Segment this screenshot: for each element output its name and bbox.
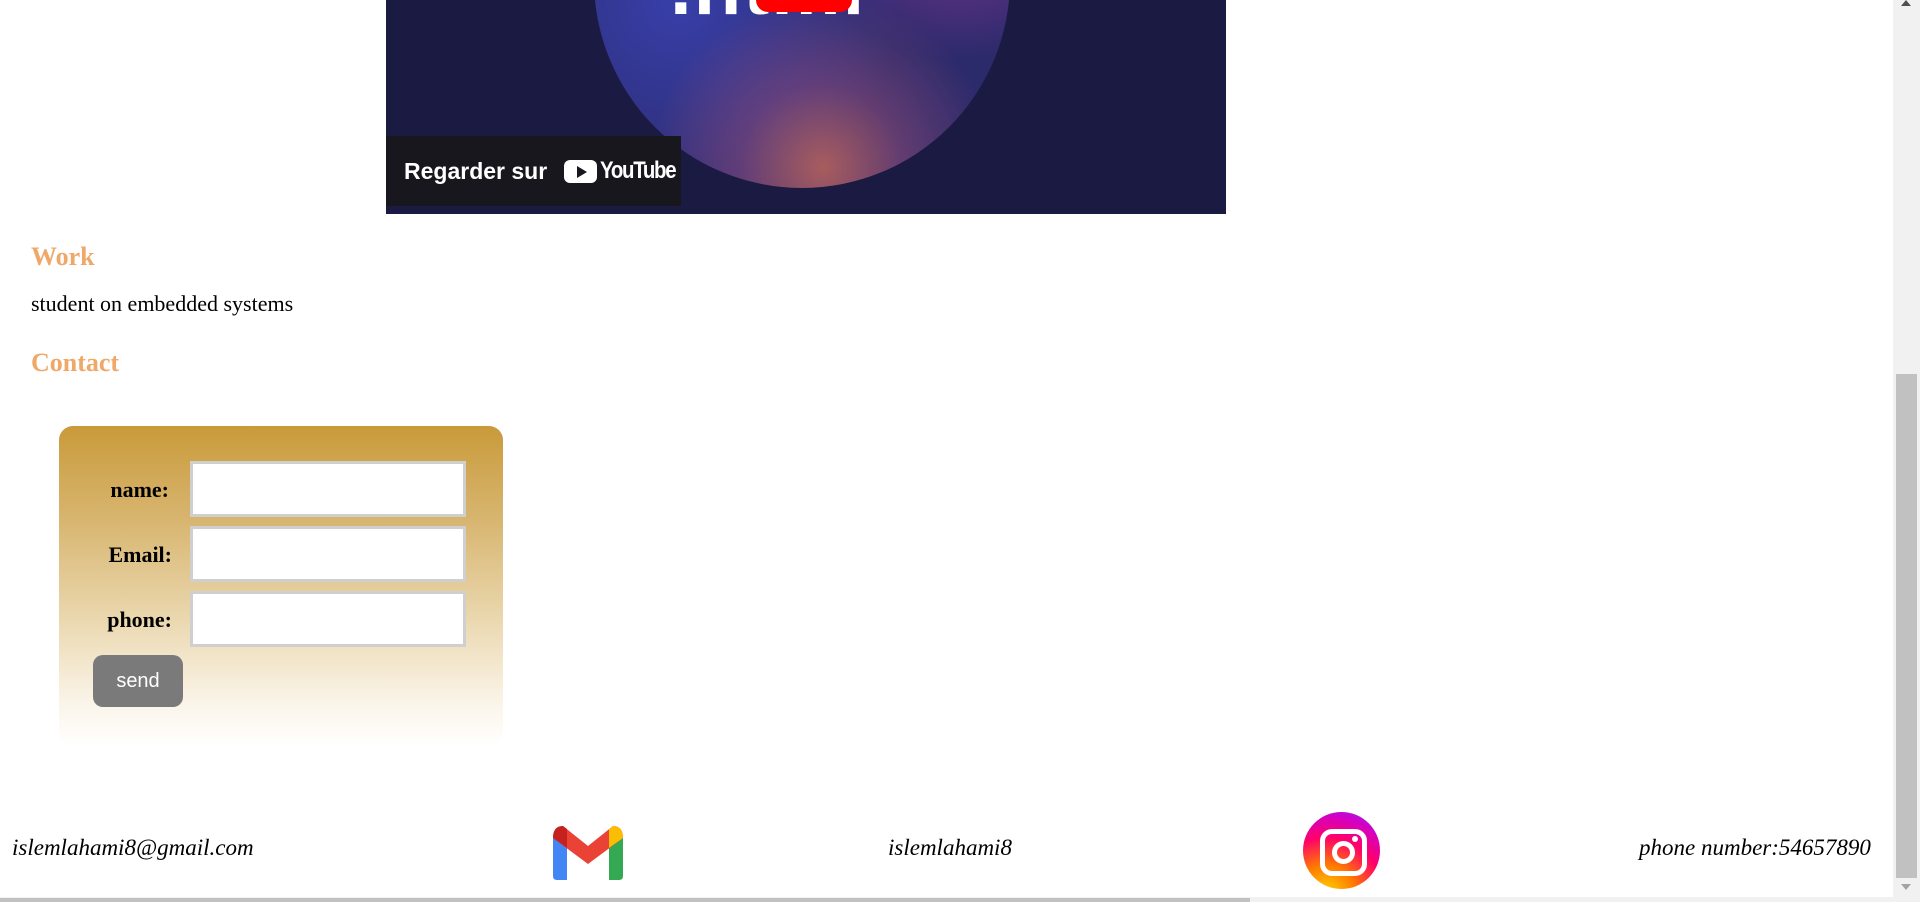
youtube-logo: YouTube bbox=[564, 157, 689, 185]
gmail-icon[interactable] bbox=[549, 818, 627, 882]
name-input[interactable] bbox=[190, 461, 466, 517]
email-label: Email: bbox=[108, 542, 172, 567]
phone-input[interactable] bbox=[190, 591, 466, 647]
page: .html Regarder sur YouTube Work student … bbox=[0, 0, 1920, 902]
phone-label: phone: bbox=[107, 607, 172, 632]
scroll-up-arrow-icon[interactable] bbox=[1901, 0, 1911, 6]
instagram-icon[interactable] bbox=[1303, 812, 1380, 889]
email-input[interactable] bbox=[190, 526, 466, 582]
watch-on-label: Regarder sur bbox=[404, 157, 548, 184]
contact-heading: Contact bbox=[31, 348, 120, 377]
youtube-wordmark: YouTube bbox=[600, 157, 677, 184]
send-button[interactable]: send bbox=[93, 655, 183, 707]
vertical-scrollbar[interactable] bbox=[1893, 0, 1920, 902]
name-label: name: bbox=[110, 477, 169, 502]
youtube-video-embed[interactable]: .html Regarder sur YouTube bbox=[386, 0, 1226, 214]
horizontal-scroll-thumb[interactable] bbox=[0, 898, 1250, 902]
instagram-icon-dot bbox=[1352, 836, 1358, 842]
contact-form: name: Email: phone: send bbox=[59, 426, 503, 746]
watch-on-youtube-button[interactable]: Regarder sur YouTube bbox=[386, 136, 681, 206]
vertical-scroll-thumb[interactable] bbox=[1896, 374, 1917, 878]
horizontal-scrollbar[interactable] bbox=[0, 897, 1893, 902]
work-description: student on embedded systems bbox=[31, 291, 294, 316]
youtube-play-button[interactable] bbox=[756, 0, 852, 12]
footer-instagram-handle: islemlahami8 bbox=[888, 835, 1012, 860]
footer-phone: phone number:54657890 bbox=[1639, 835, 1871, 860]
footer-email: islemlahami8@gmail.com bbox=[12, 835, 254, 860]
youtube-play-icon bbox=[564, 159, 598, 183]
scroll-down-arrow-icon[interactable] bbox=[1901, 884, 1911, 890]
work-heading: Work bbox=[31, 242, 95, 271]
